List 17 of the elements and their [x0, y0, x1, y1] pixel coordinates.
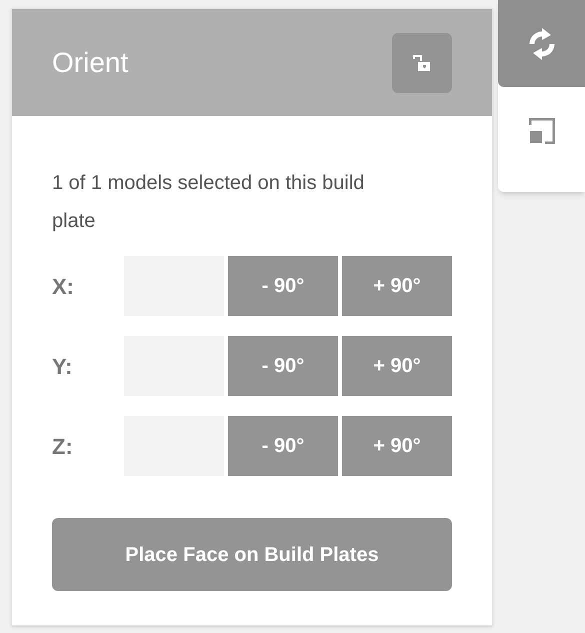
selection-info: 1 of 1 models selected on this build plate: [52, 171, 366, 234]
scale-icon: [528, 118, 554, 144]
panel-title: Orient: [52, 46, 128, 80]
rotate-button[interactable]: - 90°: [228, 416, 338, 476]
lock-button[interactable]: [392, 32, 452, 92]
rotate-button[interactable]: - 90°: [228, 256, 338, 316]
rotate-button[interactable]: + 90°: [342, 336, 452, 396]
axis-label: X:: [52, 272, 75, 300]
rotate-icon: [526, 26, 556, 60]
axis-label: Y:: [52, 352, 74, 380]
rotate-button[interactable]: + 90°: [342, 256, 452, 316]
tool-button[interactable]: [498, 0, 585, 87]
tool-button[interactable]: [498, 87, 585, 174]
axis-label: Z:: [52, 432, 74, 460]
place-face-button[interactable]: Place Face on Build Plates: [52, 518, 452, 591]
rotate-button[interactable]: - 90°: [228, 336, 338, 396]
rotate-button[interactable]: + 90°: [342, 416, 452, 476]
